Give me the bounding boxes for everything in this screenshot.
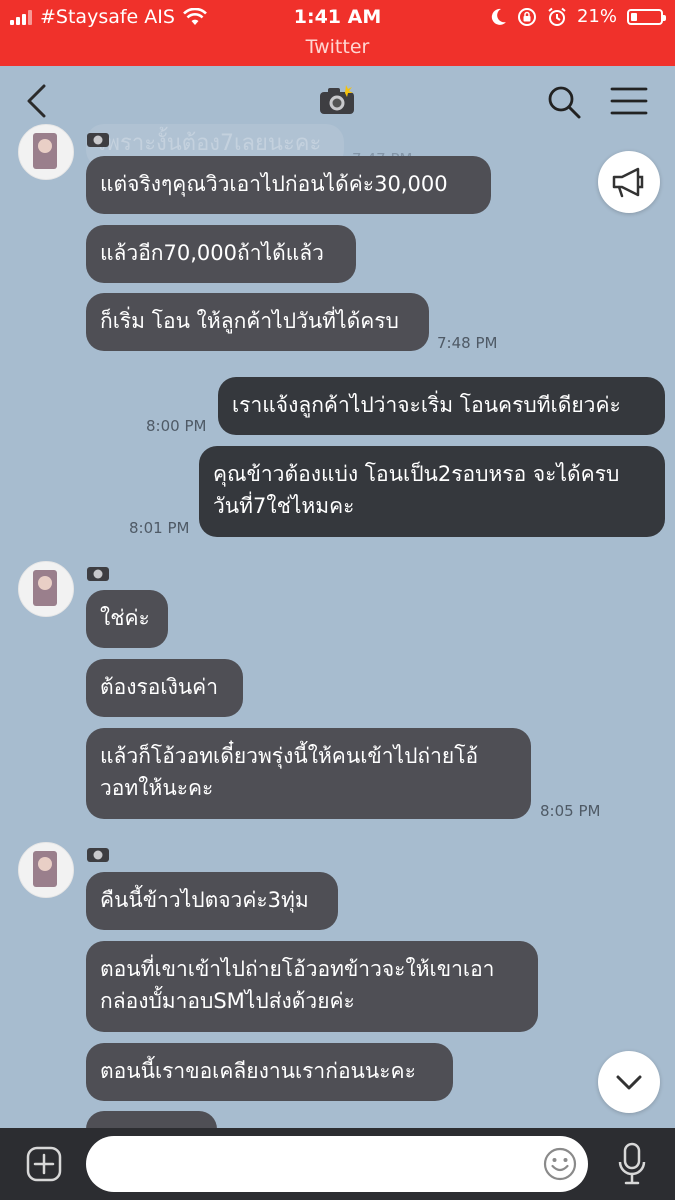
emoji-icon[interactable] [542, 1146, 578, 1182]
status-right: 21% [491, 6, 666, 27]
message-timestamp: 7:48 PM [437, 334, 498, 352]
message-bubble-incoming[interactable]: แล้วอีก70,000ถ้าได้แล้ว [86, 225, 356, 283]
message-bubble-outgoing[interactable]: คุณข้าวต้องแบ่ง โอนเป็น2รอบหรอ จะได้ครบ … [199, 446, 665, 537]
back-chevron-icon[interactable] [22, 84, 52, 118]
plus-icon[interactable] [26, 1146, 62, 1182]
announcement-button[interactable] [598, 151, 660, 213]
search-icon[interactable] [546, 84, 582, 120]
contact-avatar[interactable] [18, 124, 74, 180]
message-bubble-incoming[interactable]: คืนนี้ข้าวไปตจวค่ะ3ทุ่ม [86, 872, 338, 930]
camera-emoji-icon [87, 567, 109, 581]
message-timestamp: 8:00 PM [146, 417, 207, 435]
message-bubble-incoming[interactable]: ตอนที่เขาเข้าไปถ่ายโอ้วอทข้าวจะให้เขาเอา… [86, 941, 538, 1032]
alarm-icon [548, 7, 566, 26]
message-bubble-outgoing[interactable]: เราแจ้งลูกค้าไปว่าจะเริ่ม โอนครบทีเดียวค… [218, 377, 665, 435]
orientation-lock-icon [517, 7, 536, 26]
camera-flash-icon [320, 85, 354, 114]
camera-emoji-icon [87, 848, 109, 862]
message-timestamp: 8:05 PM [540, 802, 601, 820]
contact-avatar[interactable] [18, 842, 74, 898]
scroll-to-bottom-button[interactable] [598, 1051, 660, 1113]
message-input-bar [0, 1128, 675, 1200]
message-bubble-incoming[interactable]: ต้องรอเงินค่า [86, 659, 243, 717]
chevron-down-icon [616, 1075, 642, 1090]
battery-icon [627, 8, 666, 25]
message-bubble-incoming[interactable]: ตอนนี้เราขอเคลียงานเราก่อนนะคะ [86, 1043, 453, 1101]
message-bubble-incoming[interactable]: ใช่ค่ะ [86, 590, 168, 648]
moon-icon [491, 8, 506, 25]
microphone-icon[interactable] [618, 1142, 646, 1186]
megaphone-icon [612, 167, 644, 198]
camera-emoji-icon [87, 133, 109, 147]
chat-header: เพราะงั้นต้อง7เลยนะคะ 7:47 PM [0, 66, 675, 168]
back-to-app-link[interactable]: Twitter [0, 36, 675, 58]
message-input[interactable] [86, 1136, 588, 1192]
message-bubble-incoming[interactable]: แต่จริงๆคุณวิวเอาไปก่อนได้ค่ะ30,000 [86, 156, 491, 214]
message-bubble-incoming[interactable]: ก็เริ่ม โอน ให้ลูกค้าไปวันที่ได้ครบ [86, 293, 429, 351]
contact-avatar[interactable] [18, 561, 74, 617]
hamburger-menu-icon[interactable] [610, 86, 648, 116]
message-bubble-incoming[interactable]: แล้วก็โอ้วอทเดี๋ยวพรุ่งนี้ให้คนเข้าไปถ่า… [86, 728, 531, 819]
status-bar: #Staysafe AIS 1:41 AM 21% Twitter [0, 0, 675, 66]
message-timestamp: 8:01 PM [129, 519, 190, 537]
battery-percent: 21% [576, 6, 617, 27]
